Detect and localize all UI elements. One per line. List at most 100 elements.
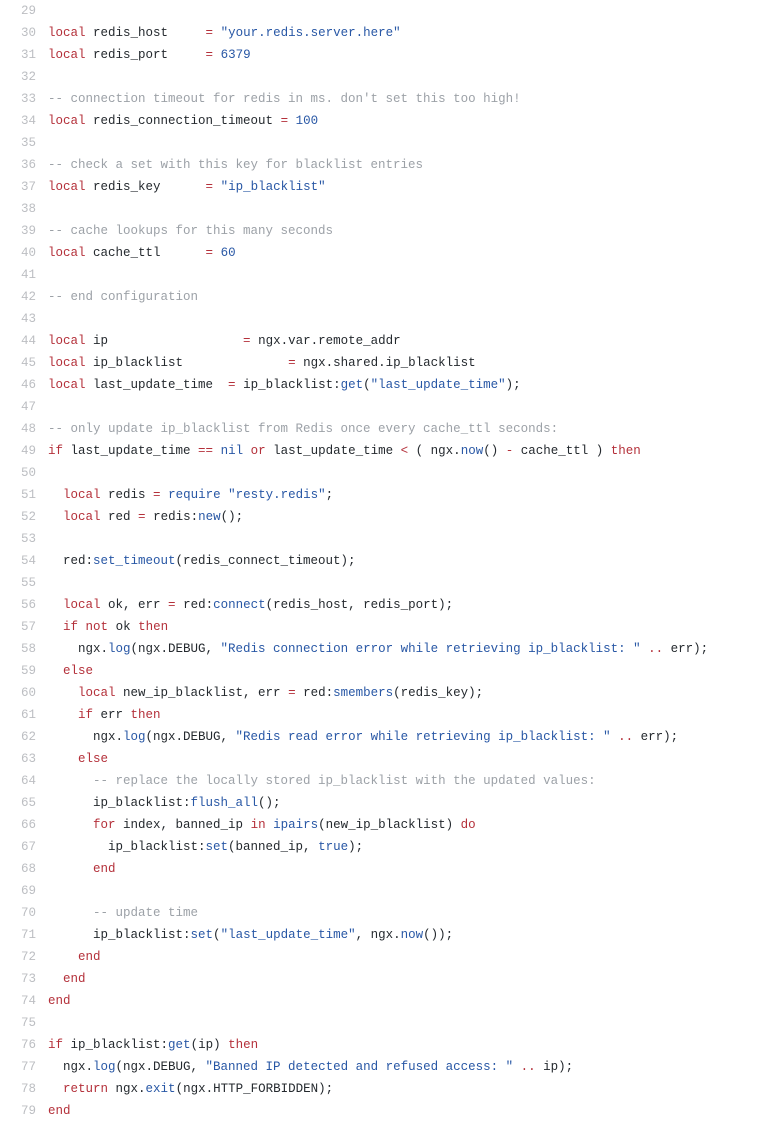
code-token: (); bbox=[258, 796, 281, 810]
code-line[interactable] bbox=[48, 198, 758, 220]
code-line[interactable]: for index, banned_ip in ipairs(new_ip_bl… bbox=[48, 814, 758, 836]
code-token: log bbox=[123, 730, 146, 744]
code-token: if bbox=[48, 444, 63, 458]
code-line[interactable]: ngx.log(ngx.DEBUG, "Redis read error whi… bbox=[48, 726, 758, 748]
code-line[interactable] bbox=[48, 396, 758, 418]
code-line[interactable] bbox=[48, 0, 758, 22]
code-token: end bbox=[48, 994, 71, 1008]
code-token: end bbox=[78, 950, 101, 964]
code-line[interactable] bbox=[48, 880, 758, 902]
line-number: 76 bbox=[0, 1034, 48, 1056]
code-line[interactable]: else bbox=[48, 660, 758, 682]
code-line[interactable] bbox=[48, 66, 758, 88]
code-line[interactable]: end bbox=[48, 968, 758, 990]
code-token: .. bbox=[521, 1060, 536, 1074]
code-line[interactable]: local redis_connection_timeout = 100 bbox=[48, 110, 758, 132]
code-line[interactable]: return ngx.exit(ngx.HTTP_FORBIDDEN); bbox=[48, 1078, 758, 1100]
code-token: = bbox=[138, 510, 146, 524]
code-token: 100 bbox=[296, 114, 319, 128]
code-token bbox=[213, 444, 221, 458]
code-line[interactable]: local last_update_time = ip_blacklist:ge… bbox=[48, 374, 758, 396]
code-line[interactable]: -- cache lookups for this many seconds bbox=[48, 220, 758, 242]
line-number: 42 bbox=[0, 286, 48, 308]
code-token: = bbox=[243, 334, 251, 348]
line-number: 53 bbox=[0, 528, 48, 550]
code-token: = bbox=[206, 26, 214, 40]
line-number: 73 bbox=[0, 968, 48, 990]
code-line[interactable]: if not ok then bbox=[48, 616, 758, 638]
code-token: nil bbox=[221, 444, 244, 458]
code-line[interactable]: local redis = require "resty.redis"; bbox=[48, 484, 758, 506]
code-token bbox=[243, 444, 251, 458]
code-line[interactable]: local redis_key = "ip_blacklist" bbox=[48, 176, 758, 198]
code-line[interactable]: if last_update_time == nil or last_updat… bbox=[48, 440, 758, 462]
code-token: index, banned_ip bbox=[116, 818, 251, 832]
code-line[interactable]: -- update time bbox=[48, 902, 758, 924]
code-token: err); bbox=[663, 642, 708, 656]
code-line[interactable]: ip_blacklist:set(banned_ip, true); bbox=[48, 836, 758, 858]
code-line[interactable] bbox=[48, 264, 758, 286]
code-token: = bbox=[288, 686, 296, 700]
line-number: 33 bbox=[0, 88, 48, 110]
code-line[interactable] bbox=[48, 132, 758, 154]
code-token: () bbox=[483, 444, 506, 458]
code-token: "Banned IP detected and refused access: … bbox=[206, 1060, 514, 1074]
code-line[interactable]: -- connection timeout for redis in ms. d… bbox=[48, 88, 758, 110]
code-token bbox=[48, 488, 63, 502]
code-token: in bbox=[251, 818, 266, 832]
code-line[interactable]: ip_blacklist:flush_all(); bbox=[48, 792, 758, 814]
code-token: get bbox=[341, 378, 364, 392]
code-token bbox=[161, 488, 169, 502]
code-line[interactable] bbox=[48, 462, 758, 484]
code-line[interactable]: ngx.log(ngx.DEBUG, "Redis connection err… bbox=[48, 638, 758, 660]
code-line[interactable] bbox=[48, 528, 758, 550]
code-token: ()); bbox=[423, 928, 453, 942]
code-line[interactable]: if ip_blacklist:get(ip) then bbox=[48, 1034, 758, 1056]
code-token: (redis_key); bbox=[393, 686, 483, 700]
code-line[interactable]: ip_blacklist:set("last_update_time", ngx… bbox=[48, 924, 758, 946]
code-line[interactable]: local red = redis:new(); bbox=[48, 506, 758, 528]
code-line[interactable]: local ip_blacklist = ngx.shared.ip_black… bbox=[48, 352, 758, 374]
code-line[interactable]: else bbox=[48, 748, 758, 770]
code-line[interactable]: -- end configuration bbox=[48, 286, 758, 308]
code-token: local bbox=[48, 378, 86, 392]
code-line[interactable] bbox=[48, 572, 758, 594]
code-line[interactable]: ngx.log(ngx.DEBUG, "Banned IP detected a… bbox=[48, 1056, 758, 1078]
line-number: 30 bbox=[0, 22, 48, 44]
code-token: ngx. bbox=[48, 642, 108, 656]
code-line[interactable]: end bbox=[48, 1100, 758, 1122]
code-editor[interactable]: 2930local redis_host = "your.redis.serve… bbox=[0, 0, 758, 1122]
code-line[interactable] bbox=[48, 1012, 758, 1034]
line-number: 49 bbox=[0, 440, 48, 462]
code-line[interactable]: end bbox=[48, 858, 758, 880]
code-line[interactable] bbox=[48, 308, 758, 330]
code-line[interactable]: if err then bbox=[48, 704, 758, 726]
code-token: red: bbox=[296, 686, 334, 700]
code-token: "ip_blacklist" bbox=[221, 180, 326, 194]
code-token: .. bbox=[618, 730, 633, 744]
code-line[interactable]: local redis_host = "your.redis.server.he… bbox=[48, 22, 758, 44]
code-line[interactable]: local ip = ngx.var.remote_addr bbox=[48, 330, 758, 352]
code-line[interactable]: -- replace the locally stored ip_blackli… bbox=[48, 770, 758, 792]
code-token: else bbox=[63, 664, 93, 678]
line-number: 41 bbox=[0, 264, 48, 286]
code-line[interactable]: red:set_timeout(redis_connect_timeout); bbox=[48, 550, 758, 572]
code-token: ngx. bbox=[108, 1082, 146, 1096]
code-token: set bbox=[191, 928, 214, 942]
code-token: redis_key bbox=[86, 180, 206, 194]
code-line[interactable]: end bbox=[48, 946, 758, 968]
code-token: -- replace the locally stored ip_blackli… bbox=[93, 774, 596, 788]
code-line[interactable]: local redis_port = 6379 bbox=[48, 44, 758, 66]
code-line[interactable]: -- only update ip_blacklist from Redis o… bbox=[48, 418, 758, 440]
code-line[interactable]: local ok, err = red:connect(redis_host, … bbox=[48, 594, 758, 616]
code-token: ); bbox=[348, 840, 363, 854]
code-token: redis_connection_timeout bbox=[86, 114, 281, 128]
code-line[interactable]: end bbox=[48, 990, 758, 1012]
code-token: ip_blacklist: bbox=[48, 796, 191, 810]
code-line[interactable]: local new_ip_blacklist, err = red:smembe… bbox=[48, 682, 758, 704]
code-line[interactable]: local cache_ttl = 60 bbox=[48, 242, 758, 264]
code-token: red: bbox=[48, 554, 93, 568]
code-token: err bbox=[93, 708, 131, 722]
line-number: 47 bbox=[0, 396, 48, 418]
code-line[interactable]: -- check a set with this key for blackli… bbox=[48, 154, 758, 176]
